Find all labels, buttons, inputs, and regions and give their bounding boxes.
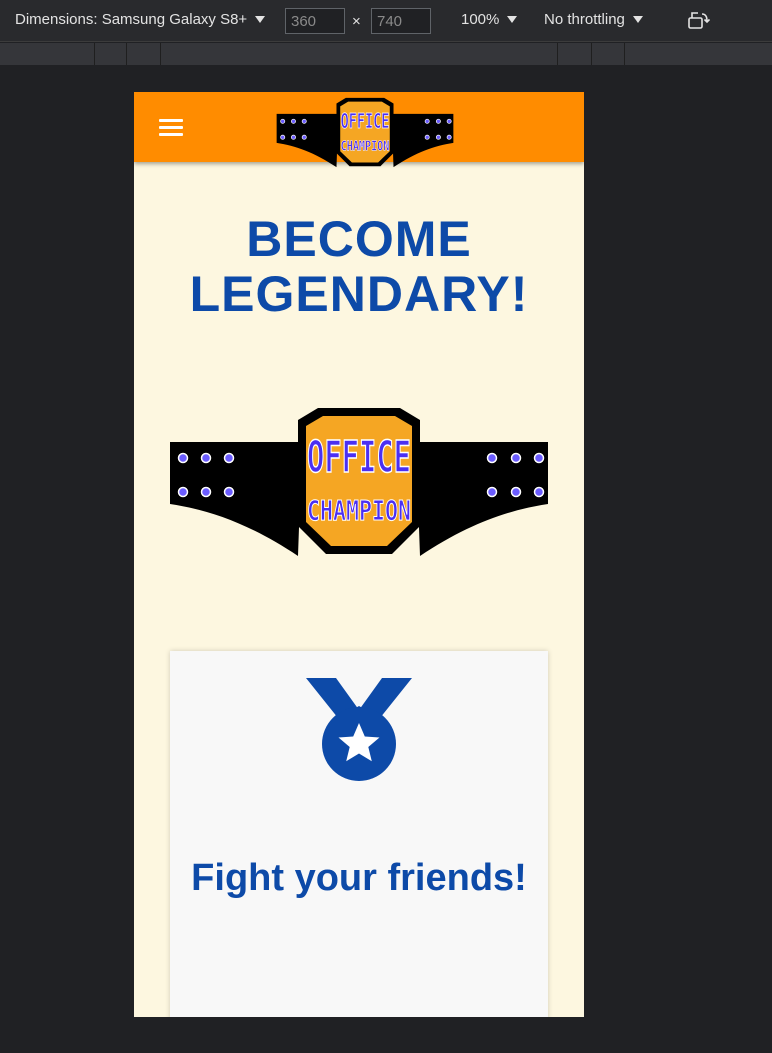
logo-line2: CHAMPION (307, 494, 411, 527)
feature-card: Fight your friends! (170, 651, 548, 1017)
ruler-segment[interactable] (160, 43, 161, 65)
dimensions-separator: × (352, 13, 361, 30)
devtools-device-toolbar: Dimensions: Samsung Galaxy S8+ × 100% No… (0, 0, 772, 42)
ruler-segment[interactable] (94, 43, 95, 65)
chevron-down-icon (255, 16, 266, 23)
hero-title: BECOME LEGENDARY! (189, 211, 529, 322)
medal-icon (306, 678, 412, 781)
hamburger-menu-icon[interactable] (159, 119, 183, 136)
ruler-segment[interactable] (591, 43, 592, 65)
device-dimensions-label: Dimensions: Samsung Galaxy S8+ (15, 11, 248, 28)
ruler-segment[interactable] (126, 43, 127, 65)
rotate-icon[interactable] (686, 10, 710, 32)
logo-line2: CHAMPION (341, 139, 390, 154)
site-header: OFFICE CHAMPION (134, 92, 584, 168)
logo-line1: OFFICE (341, 109, 390, 133)
height-input[interactable] (371, 8, 431, 34)
header-logo[interactable]: OFFICE CHAMPION (275, 97, 455, 169)
office-champion-logo: OFFICE CHAMPION (170, 408, 548, 556)
ruler-segment[interactable] (624, 43, 625, 65)
throttling-label: No throttling (544, 11, 625, 28)
logo-line1: OFFICE (307, 432, 411, 483)
chevron-down-icon (632, 16, 643, 23)
zoom-dropdown[interactable]: 100% (461, 11, 518, 28)
zoom-label: 100% (461, 11, 500, 28)
throttling-dropdown[interactable]: No throttling (544, 11, 643, 28)
chevron-down-icon (507, 16, 518, 23)
media-query-bar (0, 43, 772, 65)
ruler-segment[interactable] (557, 43, 558, 65)
device-viewport: OFFICE CHAMPION BECOME LEGENDARY! OFFICE… (134, 92, 584, 1017)
width-input[interactable] (285, 8, 345, 34)
device-dimensions-dropdown[interactable]: Dimensions: Samsung Galaxy S8+ (15, 11, 266, 28)
feature-card-title: Fight your friends! (191, 857, 527, 899)
